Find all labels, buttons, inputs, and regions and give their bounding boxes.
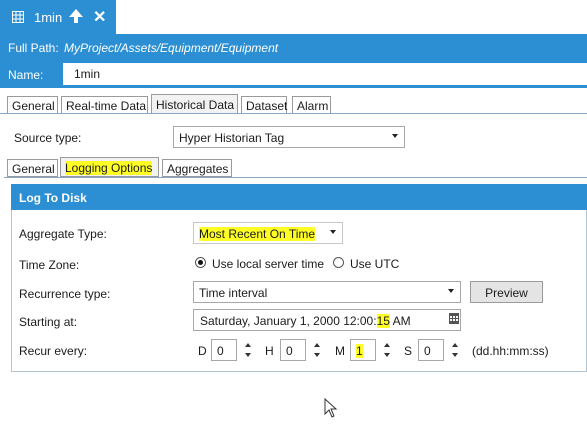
close-icon[interactable]: ✕ [93, 7, 106, 27]
dropdown-arrow-icon [448, 289, 454, 293]
starting-at-value-post: AM [389, 314, 411, 328]
log-to-disk-header: Log To Disk [11, 184, 587, 210]
dropdown-arrow-icon [392, 134, 398, 138]
document-tab-title: 1min [34, 10, 63, 25]
full-path-value: MyProject/Assets/Equipment/Equipment [64, 41, 279, 55]
tab-realtime-data[interactable]: Real-time Data [61, 96, 148, 114]
calendar-icon[interactable] [449, 313, 459, 324]
subtab-divider [4, 177, 587, 178]
radio-utc[interactable] [333, 257, 344, 268]
minutes-input[interactable]: 1 [350, 339, 376, 361]
full-path-bar: Full Path: MyProject/Assets/Equipment/Eq… [0, 34, 587, 60]
radio-utc-label: Use UTC [350, 257, 400, 271]
recur-every-label: Recur every: [19, 344, 88, 358]
starting-at-label: Starting at: [19, 315, 78, 329]
preview-button[interactable]: Preview [470, 281, 543, 303]
tab-dataset[interactable]: Dataset [241, 96, 287, 114]
name-label: Name: [8, 68, 44, 82]
grid-icon [12, 11, 24, 23]
tab-general[interactable]: General [7, 96, 58, 114]
minutes-label: M [335, 344, 345, 358]
starting-at-input[interactable]: Saturday, January 1, 2000 12:00:15 AM [193, 309, 461, 331]
days-label: D [198, 344, 207, 358]
starting-at-value-seconds: 15 [376, 314, 390, 328]
recur-format-hint: (dd.hh:mm:ss) [472, 344, 549, 358]
recurrence-type-value: Time interval [199, 286, 268, 300]
aggregate-type-select[interactable]: Most Recent On Time [193, 222, 343, 244]
seconds-label: S [404, 344, 413, 358]
source-type-label: Source type: [14, 131, 82, 145]
source-type-value: Hyper Historian Tag [179, 131, 285, 145]
tab-alarm[interactable]: Alarm [292, 96, 331, 114]
seconds-spinner[interactable] [450, 339, 460, 361]
hours-input[interactable]: 0 [280, 339, 306, 361]
mouse-cursor-icon [324, 398, 338, 418]
starting-at-value-pre: Saturday, January 1, 2000 12:00: [200, 314, 377, 328]
pin-up-icon[interactable] [68, 8, 84, 24]
aggregate-type-label: Aggregate Type: [19, 227, 107, 241]
radio-local-time[interactable] [195, 257, 206, 268]
subtab-aggregates[interactable]: Aggregates [162, 159, 232, 177]
hours-label: H [265, 344, 274, 358]
dropdown-arrow-icon [330, 230, 336, 234]
time-zone-label: Time Zone: [19, 258, 80, 272]
subtab-logging-options-label: Logging Options [65, 161, 153, 175]
full-path-label: Full Path: [8, 41, 59, 55]
days-input[interactable]: 0 [211, 339, 237, 361]
recurrence-type-select[interactable]: Time interval [193, 281, 461, 303]
subtab-general[interactable]: General [7, 159, 58, 177]
seconds-input[interactable]: 0 [418, 339, 444, 361]
aggregate-type-value: Most Recent On Time [199, 227, 316, 241]
source-type-select[interactable]: Hyper Historian Tag [173, 126, 405, 148]
document-tab[interactable]: 1min ✕ [0, 0, 116, 34]
minutes-spinner[interactable] [382, 339, 392, 361]
log-to-disk-title: Log To Disk [19, 191, 87, 205]
minutes-value: 1 [356, 344, 363, 358]
tab-historical-data[interactable]: Historical Data [151, 94, 238, 114]
recurrence-type-label: Recurrence type: [19, 287, 111, 301]
name-bar: Name: [0, 60, 587, 88]
radio-local-time-label: Use local server time [212, 257, 325, 271]
hours-spinner[interactable] [312, 339, 322, 361]
tab-divider [0, 113, 587, 114]
subtab-logging-options[interactable]: Logging Options [60, 157, 159, 177]
days-spinner[interactable] [243, 339, 253, 361]
name-input[interactable] [63, 63, 587, 85]
